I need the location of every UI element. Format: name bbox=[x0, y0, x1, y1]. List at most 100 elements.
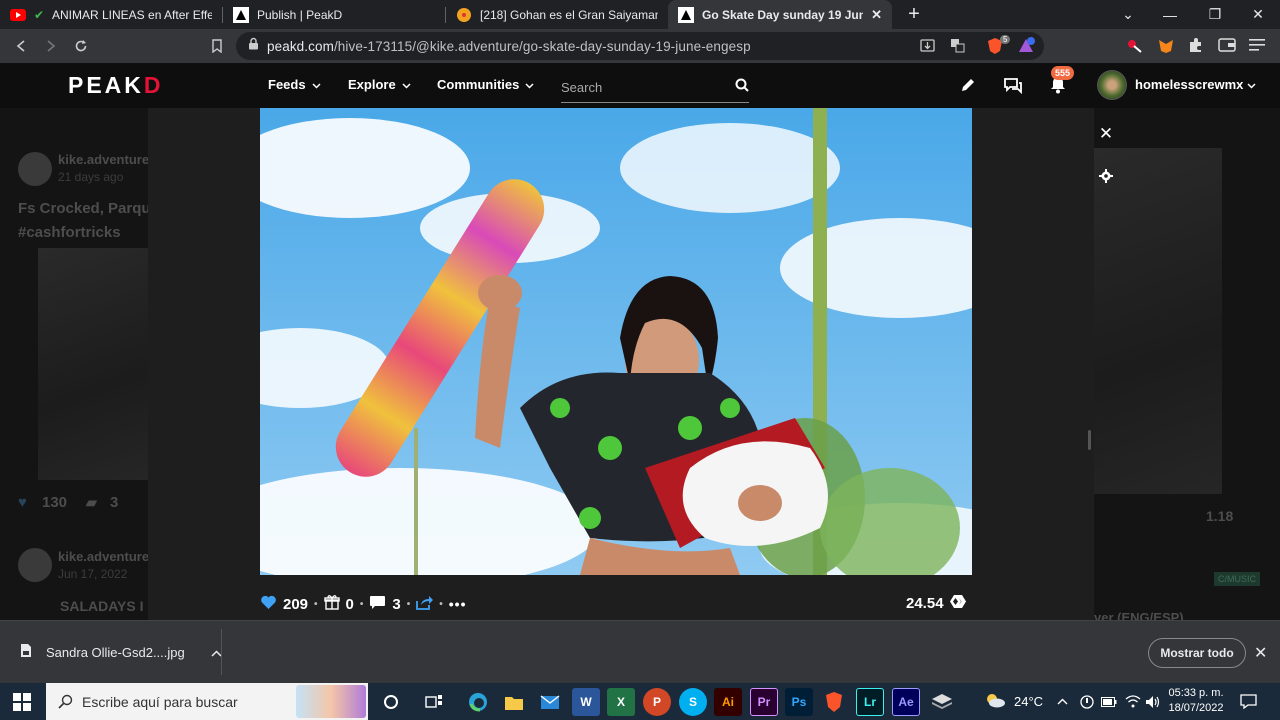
tab-title: Go Skate Day sunday 19 June bbox=[702, 7, 864, 22]
translate-icon[interactable] bbox=[950, 38, 965, 58]
downloads-divider bbox=[221, 629, 222, 675]
browser-tab-after-effects[interactable]: ✔ ANIMAR LINEAS en After Effects (E bbox=[0, 0, 222, 29]
comment-icon[interactable] bbox=[369, 595, 386, 614]
battery-icon[interactable] bbox=[1101, 683, 1117, 720]
heart-icon[interactable] bbox=[260, 595, 277, 614]
new-tab-button[interactable]: + bbox=[900, 1, 928, 29]
post-tag[interactable]: #cashfortricks bbox=[18, 224, 121, 241]
file-explorer-icon[interactable] bbox=[500, 688, 528, 716]
taskbar-search-box[interactable]: Escribe aquí para buscar bbox=[46, 683, 368, 720]
premiere-icon[interactable]: Pr bbox=[750, 688, 778, 716]
more-options-icon[interactable]: ••• bbox=[449, 596, 467, 612]
post-thumbnail[interactable] bbox=[1094, 148, 1222, 494]
tray-circle-icon[interactable] bbox=[1080, 683, 1094, 720]
post-author[interactable]: kike.adventure bbox=[58, 152, 149, 167]
search-box bbox=[561, 73, 749, 103]
search-icon[interactable] bbox=[735, 78, 749, 97]
extension-key-icon[interactable] bbox=[1126, 37, 1144, 60]
gear-icon[interactable] bbox=[1096, 166, 1116, 186]
username-menu[interactable]: homelesscrewmx bbox=[1135, 77, 1256, 92]
heart-icon[interactable]: ♥ bbox=[18, 494, 27, 511]
nav-feeds[interactable]: Feeds bbox=[268, 77, 321, 92]
scrollbar-thumb[interactable] bbox=[1088, 430, 1091, 450]
community-tag[interactable]: C/MUSIC bbox=[1214, 572, 1260, 586]
after-effects-icon[interactable]: Ae bbox=[892, 688, 920, 716]
lightbox-photo[interactable] bbox=[260, 108, 972, 575]
photoshop-icon[interactable]: Ps bbox=[785, 688, 813, 716]
votes-count[interactable]: 209 bbox=[283, 596, 308, 613]
back-button[interactable] bbox=[6, 31, 36, 61]
post-payout: 1.18 bbox=[1206, 508, 1234, 524]
powerpoint-icon[interactable]: P bbox=[643, 688, 671, 716]
chat-icon[interactable] bbox=[1002, 74, 1024, 96]
search-input[interactable] bbox=[561, 80, 711, 95]
payout-value: 24.54 bbox=[906, 595, 944, 612]
wifi-icon[interactable] bbox=[1125, 683, 1141, 720]
close-window-button[interactable]: ✕ bbox=[1238, 0, 1278, 29]
close-downloads-bar-button[interactable]: ✕ bbox=[1254, 643, 1267, 663]
feed-column-right: 1.18 C/MUSIC ver (ENG/ESP) bbox=[1094, 108, 1280, 620]
download-item[interactable]: Sandra Ollie-Gsd2....jpg bbox=[20, 643, 222, 661]
reload-button[interactable] bbox=[66, 31, 96, 61]
weather-widget[interactable]: 24°C bbox=[984, 683, 1043, 720]
search-highlight-image bbox=[296, 685, 366, 718]
skype-icon[interactable]: S bbox=[679, 688, 707, 716]
layers-app-icon[interactable] bbox=[928, 688, 956, 716]
install-app-icon[interactable] bbox=[920, 38, 935, 58]
tab-search-chevron-icon[interactable]: ⌄ bbox=[1108, 0, 1148, 29]
download-file-name: Sandra Ollie-Gsd2....jpg bbox=[46, 644, 185, 660]
extensions-puzzle-icon[interactable] bbox=[1187, 37, 1204, 59]
share-icon[interactable] bbox=[416, 595, 434, 614]
bookmark-icon[interactable] bbox=[202, 31, 232, 61]
brave-rewards-icon[interactable] bbox=[1017, 37, 1035, 60]
url-text: peakd.com/hive-173115/@kike.adventure/go… bbox=[267, 38, 751, 54]
forward-button[interactable] bbox=[36, 31, 66, 61]
nav-explore[interactable]: Explore bbox=[348, 77, 411, 92]
avatar[interactable] bbox=[1097, 70, 1127, 100]
notifications-center-icon[interactable] bbox=[1240, 683, 1257, 720]
cortana-icon[interactable] bbox=[377, 688, 405, 716]
excel-icon[interactable]: X bbox=[607, 688, 635, 716]
illustrator-icon[interactable]: Ai bbox=[714, 688, 742, 716]
minimize-button[interactable]: — bbox=[1150, 0, 1190, 29]
tab-title: ANIMAR LINEAS en After Effects (E bbox=[52, 7, 212, 22]
gift-icon[interactable] bbox=[323, 594, 340, 614]
windows-taskbar: Escribe aquí para buscar W X P S Ai Pr P… bbox=[0, 683, 1280, 720]
wallet-icon[interactable] bbox=[1218, 37, 1236, 58]
task-view-icon[interactable] bbox=[420, 688, 448, 716]
show-hidden-icons-chevron-icon[interactable] bbox=[1057, 683, 1068, 720]
close-tab-icon[interactable]: ✕ bbox=[871, 7, 882, 23]
restore-button[interactable]: ❐ bbox=[1195, 0, 1235, 29]
post-title[interactable]: Fs Crocked, Parqu bbox=[18, 200, 151, 217]
post-title[interactable]: ver (ENG/ESP) bbox=[1094, 610, 1184, 620]
post-author[interactable]: kike.adventure bbox=[58, 549, 149, 564]
show-all-downloads-button[interactable]: Mostrar todo bbox=[1148, 638, 1246, 668]
address-bar[interactable]: peakd.com/hive-173115/@kike.adventure/go… bbox=[236, 32, 1044, 60]
mail-icon[interactable] bbox=[536, 688, 564, 716]
post-thumbnail[interactable] bbox=[38, 248, 148, 480]
edge-icon[interactable] bbox=[464, 688, 492, 716]
word-icon[interactable]: W bbox=[572, 688, 600, 716]
post-votes: 130 bbox=[42, 494, 68, 511]
windows-start-icon[interactable] bbox=[13, 693, 31, 716]
post-payout[interactable]: 24.54 bbox=[906, 594, 966, 613]
separator-dot: • bbox=[406, 598, 411, 610]
peakd-logo[interactable]: PEAKD bbox=[68, 72, 164, 99]
volume-icon[interactable] bbox=[1145, 683, 1161, 720]
post-title[interactable]: SALADAYS I bbox=[60, 598, 144, 614]
search-icon bbox=[58, 694, 73, 712]
close-lightbox-button[interactable]: ✕ bbox=[1096, 124, 1116, 144]
youtube-icon bbox=[10, 7, 26, 23]
lightroom-icon[interactable]: Lr bbox=[856, 688, 884, 716]
comment-icon[interactable]: ▰ bbox=[86, 494, 97, 511]
metamask-icon[interactable] bbox=[1157, 37, 1175, 60]
browser-tab-publish[interactable]: Publish | PeakD bbox=[223, 0, 445, 29]
browser-tab-go-skate-day[interactable]: Go Skate Day sunday 19 June ✕ bbox=[668, 0, 892, 29]
lock-icon bbox=[248, 37, 259, 55]
pencil-icon[interactable] bbox=[956, 74, 978, 96]
brave-browser-icon[interactable] bbox=[820, 688, 848, 716]
nav-communities[interactable]: Communities bbox=[437, 77, 534, 92]
system-clock[interactable]: 05:33 p. m. 18/07/2022 bbox=[1166, 686, 1226, 716]
browser-tab-gohan[interactable]: [218] Gohan es el Gran Saiyaman. - Dr bbox=[446, 0, 668, 29]
menu-icon[interactable] bbox=[1248, 37, 1266, 58]
